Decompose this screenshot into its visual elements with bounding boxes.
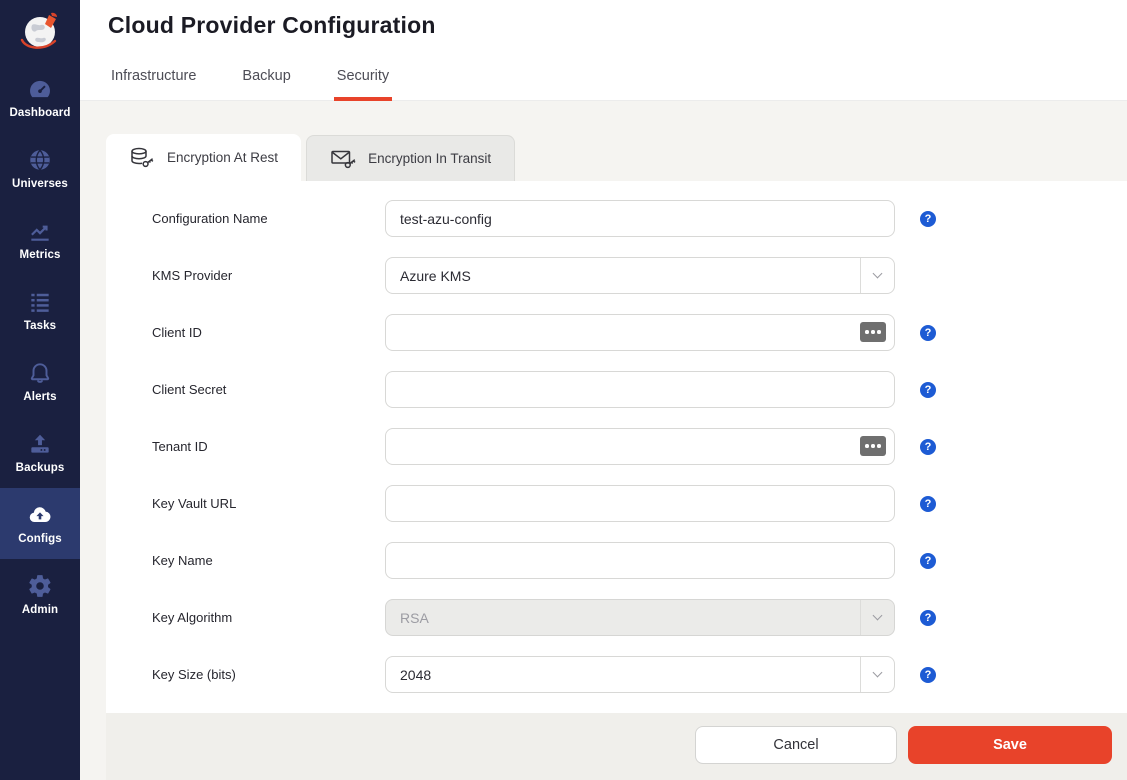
tab-infrastructure[interactable]: Infrastructure: [108, 68, 199, 101]
sidebar-item-label: Backups: [16, 462, 65, 474]
subtab-label: Encryption At Rest: [167, 150, 278, 165]
select-kms-provider[interactable]: Azure KMS: [385, 257, 895, 294]
cloud-upload-icon: [27, 502, 53, 528]
cancel-button[interactable]: Cancel: [695, 726, 897, 764]
field-row-key-size-bits: Key Size (bits)2048?: [152, 656, 1127, 693]
ellipsis-reveal-button[interactable]: [860, 436, 886, 456]
field-label-configuration-name: Configuration Name: [152, 211, 385, 226]
sidebar-item-dashboard[interactable]: Dashboard: [0, 62, 80, 133]
page-title: Cloud Provider Configuration: [108, 12, 436, 39]
sidebar-item-configs[interactable]: Configs: [0, 488, 80, 559]
envelope-key-icon: [330, 147, 357, 171]
input-tenant-id[interactable]: [385, 428, 895, 465]
sidebar-item-alerts[interactable]: Alerts: [0, 346, 80, 417]
field-row-tenant-id: Tenant ID?: [152, 428, 1127, 465]
help-icon[interactable]: ?: [920, 667, 936, 683]
input-configuration-name[interactable]: [385, 200, 895, 237]
chart-icon: [27, 218, 53, 244]
database-key-icon: [129, 146, 156, 170]
sidebar-item-admin[interactable]: Admin: [0, 559, 80, 630]
input-key-vault-url[interactable]: [385, 485, 895, 522]
subtab-label: Encryption In Transit: [368, 151, 491, 166]
field-label-key-name: Key Name: [152, 553, 385, 568]
select-key-size-bits[interactable]: 2048: [385, 656, 895, 693]
field-label-tenant-id: Tenant ID: [152, 439, 385, 454]
tab-security[interactable]: Security: [334, 68, 392, 101]
field-label-key-vault-url: Key Vault URL: [152, 496, 385, 511]
sidebar-item-label: Alerts: [23, 391, 56, 403]
field-label-kms-provider: KMS Provider: [152, 268, 385, 283]
help-icon[interactable]: ?: [920, 382, 936, 398]
sidebar-item-label: Dashboard: [10, 107, 71, 119]
help-icon[interactable]: ?: [920, 439, 936, 455]
globe-icon: [27, 147, 53, 173]
field-row-key-vault-url: Key Vault URL?: [152, 485, 1127, 522]
field-label-key-size-bits: Key Size (bits): [152, 667, 385, 682]
help-icon[interactable]: ?: [920, 553, 936, 569]
encryption-subtabs: Encryption At Rest Encryption In Transit: [106, 134, 515, 181]
chevron-down-icon: [860, 657, 894, 692]
field-row-client-secret: Client Secret?: [152, 371, 1127, 408]
help-icon[interactable]: ?: [920, 211, 936, 227]
ellipsis-reveal-button[interactable]: [860, 322, 886, 342]
subtab-encryption-in-transit[interactable]: Encryption In Transit: [306, 135, 515, 181]
chevron-down-icon: [860, 258, 894, 293]
help-icon[interactable]: ?: [920, 325, 936, 341]
field-row-kms-provider: KMS ProviderAzure KMS: [152, 257, 1127, 294]
sidebar-item-label: Configs: [18, 533, 62, 545]
field-row-key-algorithm: Key AlgorithmRSA?: [152, 599, 1127, 636]
tab-backup[interactable]: Backup: [239, 68, 293, 101]
field-row-client-id: Client ID?: [152, 314, 1127, 351]
upload-icon: [27, 431, 53, 457]
page-header: Cloud Provider Configuration Infrastruct…: [80, 0, 1127, 101]
gear-icon: [27, 573, 53, 599]
chevron-down-icon: [860, 600, 894, 635]
sidebar: Dashboard Universes Metrics Tasks Alerts Back…: [0, 0, 80, 780]
help-icon[interactable]: ?: [920, 610, 936, 626]
sidebar-item-label: Admin: [22, 604, 58, 616]
select-value: 2048: [386, 667, 860, 683]
sidebar-item-label: Universes: [12, 178, 68, 190]
help-icon[interactable]: ?: [920, 496, 936, 512]
gauge-icon: [27, 76, 53, 102]
input-client-secret[interactable]: [385, 371, 895, 408]
sidebar-item-backups[interactable]: Backups: [0, 417, 80, 488]
save-button[interactable]: Save: [908, 726, 1112, 764]
input-key-name[interactable]: [385, 542, 895, 579]
input-client-id[interactable]: [385, 314, 895, 351]
planet-rocket-icon: [14, 5, 66, 57]
encryption-at-rest-panel: Configuration Name? KMS ProviderAzure KMS…: [106, 181, 1127, 713]
sidebar-item-label: Metrics: [20, 249, 61, 261]
field-row-configuration-name: Configuration Name?: [152, 200, 1127, 237]
field-row-key-name: Key Name?: [152, 542, 1127, 579]
yugabyte-logo[interactable]: [0, 0, 80, 62]
sidebar-item-label: Tasks: [24, 320, 56, 332]
sidebar-item-universes[interactable]: Universes: [0, 133, 80, 204]
field-label-client-secret: Client Secret: [152, 382, 385, 397]
field-label-client-id: Client ID: [152, 325, 385, 340]
field-label-key-algorithm: Key Algorithm: [152, 610, 385, 625]
bell-icon: [27, 360, 53, 386]
sidebar-item-tasks[interactable]: Tasks: [0, 275, 80, 346]
select-key-algorithm: RSA: [385, 599, 895, 636]
list-icon: [27, 289, 53, 315]
sidebar-item-metrics[interactable]: Metrics: [0, 204, 80, 275]
subtab-encryption-at-rest[interactable]: Encryption At Rest: [106, 134, 301, 181]
select-value: RSA: [386, 610, 860, 626]
content-area: Encryption At RestEncryption In Transit …: [80, 101, 1127, 780]
form-action-bar: Cancel Save: [106, 713, 1127, 780]
main-tabs: Infrastructure Backup Security: [108, 68, 392, 101]
select-value: Azure KMS: [386, 268, 860, 284]
